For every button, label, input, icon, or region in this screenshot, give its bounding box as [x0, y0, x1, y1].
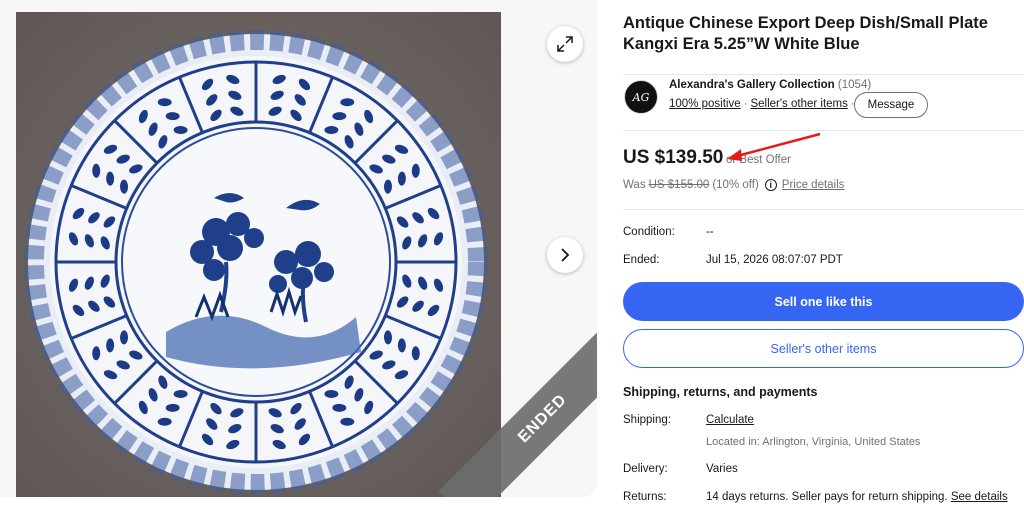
delivery-label: Delivery: — [623, 463, 668, 475]
seller-card: AG Alexandra's Gallery Collection (1054)… — [623, 74, 1024, 130]
annotation-arrow-icon — [727, 132, 821, 161]
was-price: US $155.00 — [648, 179, 710, 191]
shipping-label: Shipping: — [623, 414, 671, 426]
message-button[interactable]: Message — [854, 92, 928, 118]
seller-links: 100% positive · Seller's other items · — [669, 98, 855, 110]
returns-see-details-link[interactable]: See details — [951, 491, 1008, 503]
condition-value: -- — [706, 226, 714, 238]
was-price-row: Was US $155.00 (10% off) i Price details — [623, 179, 844, 191]
listing-title-line2: Kangxi Era 5.25”W White Blue — [623, 35, 860, 53]
calculate-shipping-link[interactable]: Calculate — [706, 414, 754, 426]
returns-value: 14 days returns. Seller pays for return … — [706, 491, 1008, 503]
chevron-right-icon — [561, 248, 570, 262]
next-image-button[interactable] — [547, 237, 583, 273]
sellers-other-items-button[interactable]: Seller's other items — [623, 329, 1024, 368]
shipping-heading: Shipping, returns, and payments — [623, 385, 818, 399]
listing-info-panel: Antique Chinese Export Deep Dish/Small P… — [623, 0, 1024, 515]
item-photo[interactable] — [16, 12, 501, 497]
seller-name-row: Alexandra's Gallery Collection (1054) — [669, 79, 871, 91]
was-label: Was — [623, 179, 646, 191]
ended-label: Ended: — [623, 254, 660, 266]
seller-positive-link[interactable]: 100% positive — [669, 98, 741, 110]
listing-title-line1: Antique Chinese Export Deep Dish/Small P… — [623, 14, 988, 32]
info-icon[interactable]: i — [764, 179, 777, 191]
condition-label: Condition: — [623, 226, 675, 238]
seller-other-items-link[interactable]: Seller's other items — [750, 98, 847, 110]
plate-illustration — [16, 12, 501, 497]
image-gallery: ENDED — [0, 0, 597, 497]
seller-avatar[interactable]: AG — [624, 80, 658, 114]
current-price: US $139.50 — [623, 147, 724, 168]
price-details-link[interactable]: Price details — [782, 179, 845, 191]
expand-icon — [557, 36, 573, 52]
expand-image-button[interactable] — [547, 26, 583, 62]
sell-one-like-this-button[interactable]: Sell one like this — [623, 282, 1024, 321]
returns-text: 14 days returns. Seller pays for return … — [706, 491, 948, 503]
seller-name[interactable]: Alexandra's Gallery Collection — [669, 79, 835, 91]
item-details: Condition: -- Ended: Jul 15, 2026 08:07:… — [623, 209, 1024, 266]
returns-label: Returns: — [623, 491, 667, 503]
delivery-value: Varies — [706, 463, 738, 475]
listing-title: Antique Chinese Export Deep Dish/Small P… — [623, 13, 1024, 55]
seller-feedback-count: (1054) — [837, 79, 872, 91]
discount-label: (10% off) — [712, 179, 759, 191]
item-location: Located in: Arlington, Virginia, United … — [706, 436, 921, 448]
ended-value: Jul 15, 2026 08:07:07 PDT — [706, 254, 843, 266]
